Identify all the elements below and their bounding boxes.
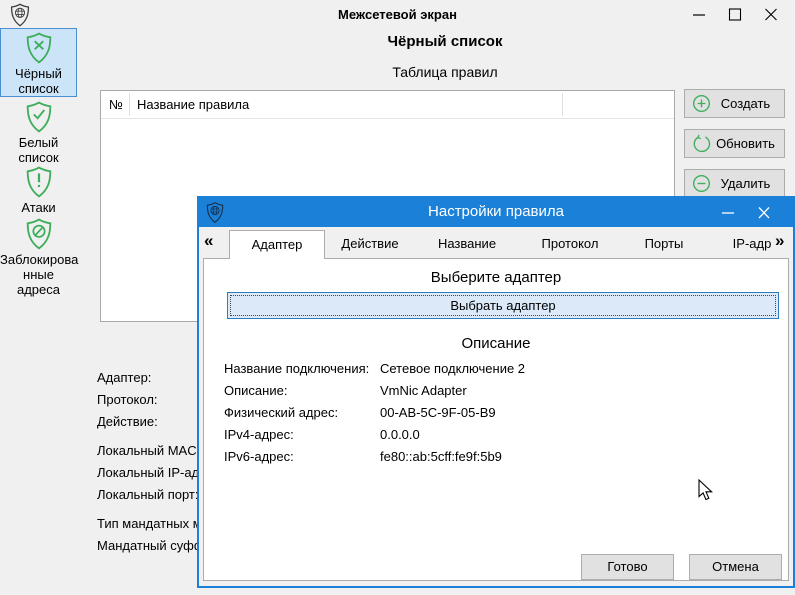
refresh-button[interactable]: Обновить xyxy=(684,129,785,158)
done-button[interactable]: Готово xyxy=(581,554,674,580)
field-label: IPv6-адрес: xyxy=(224,449,294,464)
sidebar-label: Чёрный xyxy=(15,66,62,81)
rule-settings-dialog: Настройки правила « Адаптер Действие Наз… xyxy=(197,196,795,588)
dialog-close-icon[interactable] xyxy=(757,207,771,219)
field-label: Описание: xyxy=(224,383,288,398)
rules-table-header: № Название правила xyxy=(101,91,674,119)
minus-circle-icon xyxy=(693,175,710,192)
field-row-physical-address: Физический адрес: 00-AB-5C-9F-05-B9 xyxy=(224,405,778,423)
dialog-title: Настройки правила xyxy=(428,203,564,220)
cancel-button[interactable]: Отмена xyxy=(689,554,782,580)
tab-action[interactable]: Действие xyxy=(325,230,415,259)
dialog-titlebar: Настройки правила xyxy=(199,198,793,227)
refresh-icon xyxy=(693,134,711,153)
create-button[interactable]: Создать xyxy=(684,89,785,118)
dialog-tabbar: « Адаптер Действие Название Протокол Пор… xyxy=(199,227,793,259)
field-row-connection-name: Название подключения: Сетевое подключение… xyxy=(224,361,778,379)
field-label: Название подключения: xyxy=(224,361,370,376)
sidebar-item-whitelist[interactable]: Белый список xyxy=(0,98,77,165)
field-value: Сетевое подключение 2 xyxy=(380,361,526,376)
shield-blocked-icon xyxy=(0,218,77,250)
close-icon[interactable] xyxy=(764,8,778,21)
create-button-label: Создать xyxy=(720,96,771,111)
adapter-tab-panel: Выберите адаптер Выбрать адаптер Описани… xyxy=(203,258,789,581)
select-adapter-heading: Выберите адаптер xyxy=(430,269,562,286)
column-header-rule-name: Название правила xyxy=(137,97,250,112)
tab-ip-addresses[interactable]: IP-адр xyxy=(730,230,774,259)
column-separator xyxy=(562,93,563,116)
minimize-icon[interactable] xyxy=(692,8,706,21)
shield-exclamation-icon xyxy=(0,166,77,198)
shield-check-icon xyxy=(0,101,77,133)
tab-protocol[interactable]: Протокол xyxy=(525,230,615,259)
tab-scroll-left-icon[interactable]: « xyxy=(204,231,213,251)
tab-adapter[interactable]: Адаптер xyxy=(229,230,325,259)
sidebar-label: Белый xyxy=(18,135,59,150)
table-title: Таблица правил xyxy=(392,64,498,80)
bg-field-protocol: Протокол: xyxy=(97,392,158,407)
maximize-icon[interactable] xyxy=(728,8,742,21)
dialog-minimize-icon[interactable] xyxy=(721,207,735,219)
bg-field-action: Действие: xyxy=(97,414,158,429)
field-label: Физический адрес: xyxy=(224,405,339,420)
select-adapter-button[interactable]: Выбрать адаптер xyxy=(227,292,779,319)
refresh-button-label: Обновить xyxy=(716,136,775,151)
column-header-number: № xyxy=(109,97,123,112)
sidebar-item-attacks[interactable]: Атаки xyxy=(0,163,77,215)
plus-circle-icon xyxy=(693,95,710,112)
window-title: Межсетевой экран xyxy=(338,7,457,22)
sidebar-item-blocked-addresses[interactable]: Заблокирова нные адреса xyxy=(0,215,79,297)
tab-scroll-right-icon[interactable]: » xyxy=(775,231,784,251)
field-row-description: Описание: VmNic Adapter xyxy=(224,383,778,401)
field-value: 0.0.0.0 xyxy=(380,427,420,442)
sidebar-label: Атаки xyxy=(21,200,56,215)
shield-x-icon xyxy=(1,32,76,64)
description-heading: Описание xyxy=(461,335,531,352)
tab-name[interactable]: Название xyxy=(422,230,512,259)
field-row-ipv4: IPv4-адрес: 0.0.0.0 xyxy=(224,427,778,445)
adapter-description-fields: Название подключения: Сетевое подключение… xyxy=(224,361,778,471)
bg-field-mandatory-suffix: Мандатный суффи xyxy=(97,538,212,553)
delete-button-label: Удалить xyxy=(720,176,771,191)
column-separator xyxy=(129,93,130,116)
bg-field-local-port: Локальный порт: xyxy=(97,487,199,502)
page-title: Чёрный список xyxy=(387,33,503,50)
sidebar-label: Заблокирова xyxy=(0,252,79,267)
sidebar-item-blacklist[interactable]: Чёрный список xyxy=(0,28,77,97)
field-value: VmNic Adapter xyxy=(380,383,467,398)
field-label: IPv4-адрес: xyxy=(224,427,294,442)
bg-field-adapter: Адаптер: xyxy=(97,370,152,385)
delete-button[interactable]: Удалить xyxy=(684,169,785,198)
field-row-ipv6: IPv6-адрес: fe80::ab:5cff:fe9f:5b9 xyxy=(224,449,778,467)
bg-field-mandatory-type: Тип мандатных ме xyxy=(97,516,209,531)
field-value: fe80::ab:5cff:fe9f:5b9 xyxy=(380,449,502,464)
firewall-app-window: Межсетевой экран Чёрный список Белый спи… xyxy=(0,0,795,595)
sidebar-label: список xyxy=(18,81,59,96)
main-titlebar: Межсетевой экран xyxy=(0,0,795,28)
tab-ports[interactable]: Порты xyxy=(619,230,709,259)
mouse-cursor xyxy=(698,478,713,504)
field-value: 00-AB-5C-9F-05-B9 xyxy=(380,405,496,420)
sidebar-label: нные адреса xyxy=(16,267,60,297)
